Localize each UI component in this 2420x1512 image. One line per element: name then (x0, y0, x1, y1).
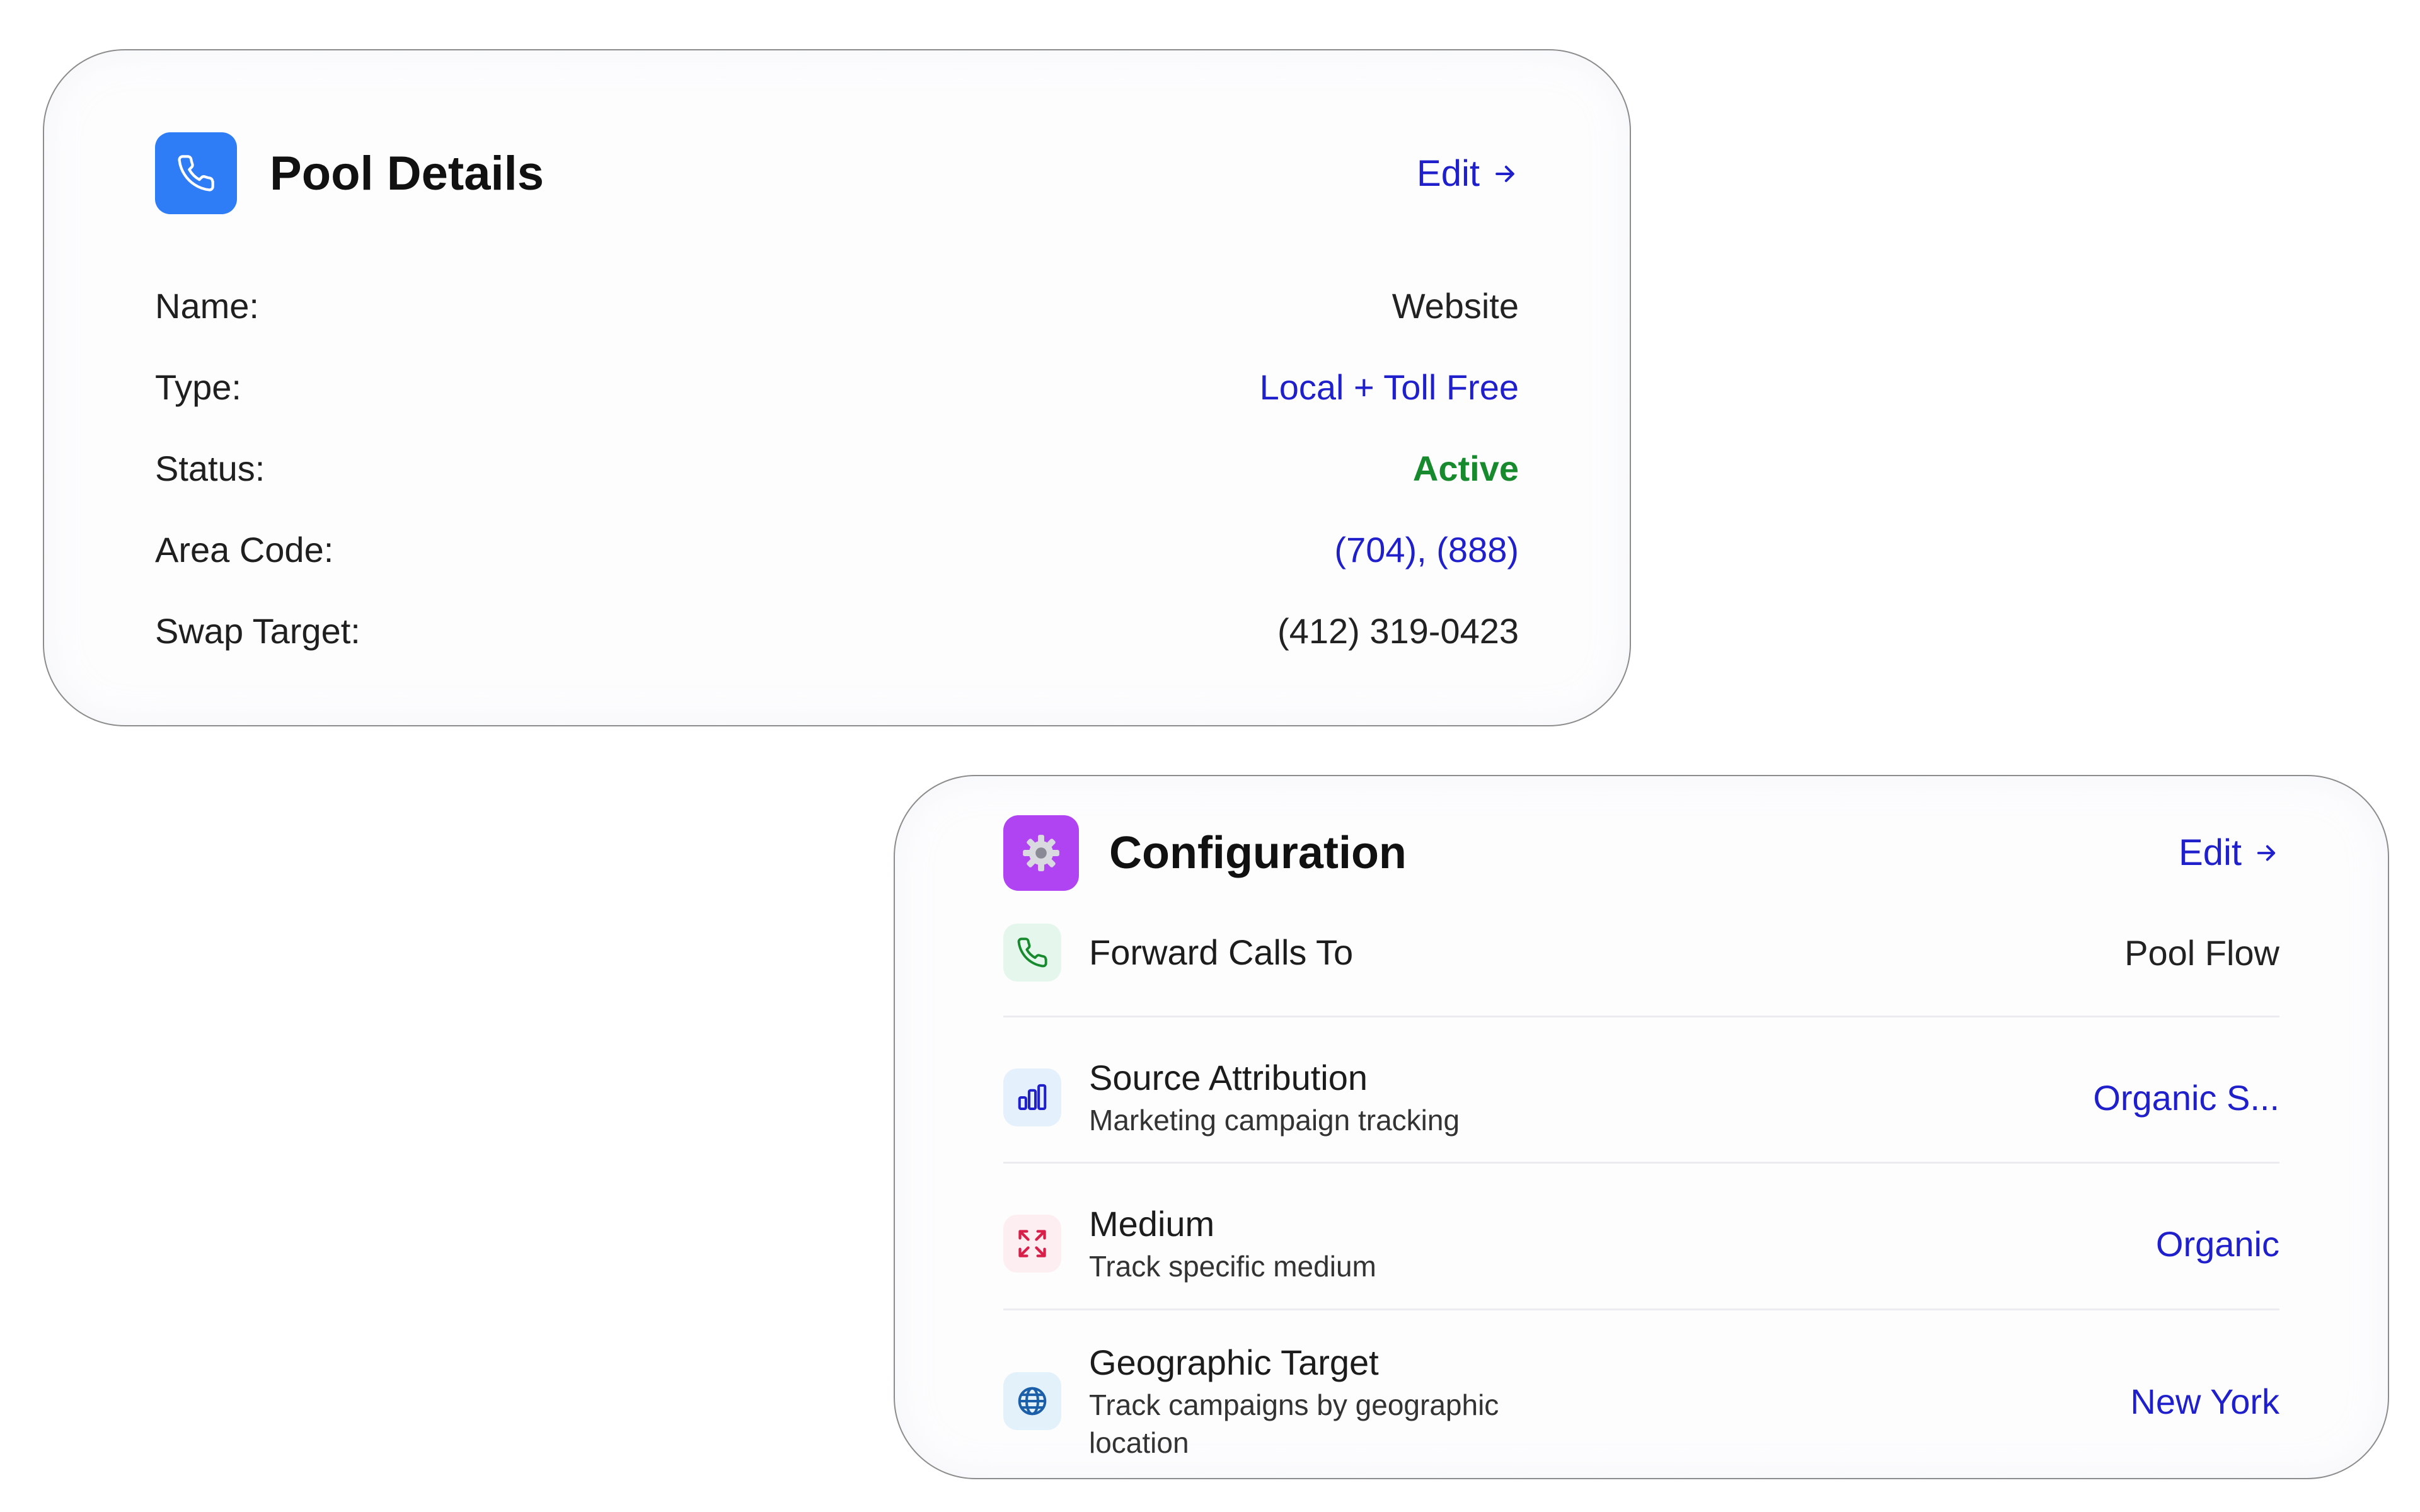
detail-label: Status: (155, 448, 265, 488)
config-item-title: Geographic Target (1089, 1343, 1379, 1382)
detail-row-area-code: Area Code: (704), (888) (155, 524, 1519, 575)
phone-icon (1003, 924, 1061, 982)
config-item-value[interactable]: Organic (2156, 1223, 2279, 1264)
detail-row-status: Status: Active (155, 443, 1519, 493)
edit-label: Edit (1417, 153, 1480, 194)
gear-icon (1003, 815, 1079, 891)
edit-label: Edit (2179, 832, 2242, 873)
config-item-value: Pool Flow (2124, 932, 2279, 973)
config-item-title: Source Attribution (1089, 1058, 1368, 1097)
config-item-subtitle: Marketing campaign tracking (1089, 1104, 1460, 1137)
pool-details-card: Pool Details Edit Name: Website Type: Lo… (43, 49, 1631, 726)
config-item-geographic-target[interactable]: Geographic Target Track campaigns by geo… (1003, 1338, 2279, 1464)
configuration-edit-link[interactable]: Edit (2179, 832, 2279, 874)
config-item-text: Source Attribution Marketing campaign tr… (1089, 1056, 2093, 1139)
config-item-title: Medium (1089, 1204, 1215, 1244)
detail-row-swap-target: Swap Target: (412) 319-0423 (155, 605, 1519, 656)
configuration-title: Configuration (1109, 828, 1407, 878)
config-item-subtitle: Track specific medium (1089, 1250, 1376, 1283)
phone-icon (155, 132, 237, 214)
configuration-header: Configuration (1003, 815, 1407, 891)
globe-icon (1003, 1372, 1061, 1430)
detail-label: Name: (155, 285, 259, 326)
divider (1003, 1309, 2279, 1310)
detail-row-name: Name: Website (155, 280, 1519, 331)
arrow-right-icon (1495, 165, 1514, 182)
pool-details-header: Pool Details (155, 132, 544, 214)
detail-value-swap-target: (412) 319-0423 (1277, 610, 1519, 651)
config-item-text: Forward Calls To (1089, 931, 2124, 975)
configuration-card: Configuration Edit Forward Calls To Pool… (894, 775, 2389, 1479)
config-item-value[interactable]: New York (2130, 1381, 2279, 1422)
expand-icon (1003, 1215, 1061, 1273)
config-item-title: Forward Calls To (1089, 932, 1354, 972)
detail-row-type: Type: Local + Toll Free (155, 362, 1519, 412)
bar-chart-icon (1003, 1068, 1061, 1126)
detail-value-name: Website (1392, 285, 1519, 326)
divider (1003, 1016, 2279, 1017)
config-item-medium[interactable]: Medium Track specific medium Organic (1003, 1200, 2279, 1288)
config-item-forward-calls[interactable]: Forward Calls To Pool Flow (1003, 924, 2279, 982)
detail-value-area-code[interactable]: (704), (888) (1334, 529, 1519, 570)
config-item-value[interactable]: Organic S... (2093, 1077, 2279, 1118)
arrow-right-icon (2257, 845, 2276, 861)
pool-details-title: Pool Details (270, 146, 544, 200)
status-badge: Active (1412, 448, 1519, 488)
detail-label: Area Code: (155, 529, 334, 570)
pool-details-edit-link[interactable]: Edit (1417, 152, 1519, 195)
config-item-text: Medium Track specific medium (1089, 1202, 2156, 1285)
detail-label: Type: (155, 367, 241, 407)
config-item-source-attribution[interactable]: Source Attribution Marketing campaign tr… (1003, 1053, 2279, 1142)
divider (1003, 1162, 2279, 1164)
config-item-text: Geographic Target Track campaigns by geo… (1089, 1341, 1568, 1462)
config-item-subtitle: Track campaigns by geographic location (1089, 1389, 1499, 1459)
detail-label: Swap Target: (155, 610, 360, 651)
detail-value-type[interactable]: Local + Toll Free (1260, 367, 1519, 408)
